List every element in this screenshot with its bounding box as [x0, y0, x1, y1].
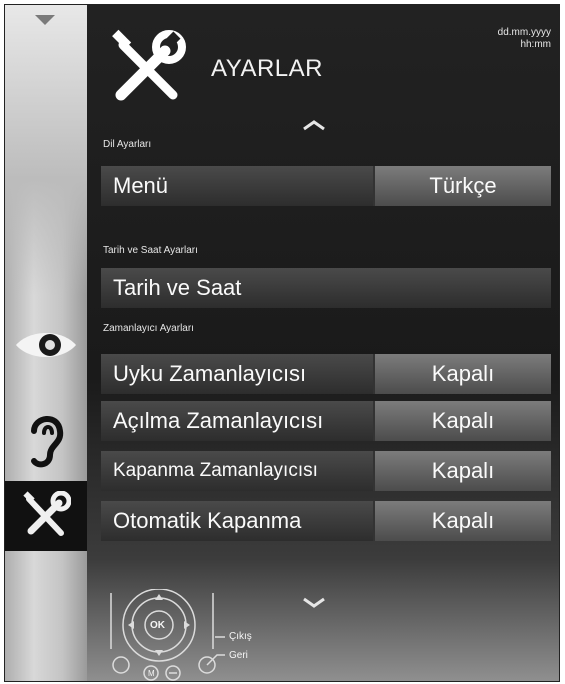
- tools-icon: [23, 491, 71, 536]
- row-value: Türkçe: [375, 166, 551, 206]
- date-format: dd.mm.yyyy: [497, 27, 551, 38]
- sidebar-item-picture[interactable]: [5, 310, 87, 380]
- row-label: Tarih ve Saat: [101, 268, 551, 308]
- section-title-datetime: Tarih ve Saat Ayarları: [103, 245, 198, 256]
- row-value: Kapalı: [375, 401, 551, 441]
- on-timer-row[interactable]: Açılma Zamanlayıcısı Kapalı: [101, 401, 551, 441]
- ear-icon: [31, 416, 64, 468]
- sidebar-item-sound[interactable]: [5, 405, 87, 475]
- date-time-display: dd.mm.yyyy hh:mm: [498, 27, 551, 51]
- row-label: Açılma Zamanlayıcısı: [101, 401, 373, 441]
- row-label: Menü: [101, 166, 373, 206]
- section-title-timers: Zamanlayıcı Ayarları: [103, 323, 194, 334]
- tv-settings-screen: AYARLAR dd.mm.yyyy hh:mm Dil Ayarları Me…: [4, 4, 560, 682]
- eye-icon: [16, 333, 76, 357]
- scroll-down-chevron-icon[interactable]: [301, 597, 327, 609]
- row-label: Otomatik Kapanma: [101, 501, 373, 541]
- auto-off-row[interactable]: Otomatik Kapanma Kapalı: [101, 501, 551, 541]
- exit-legend: Çıkış: [229, 631, 252, 642]
- sidebar-gradient: [5, 5, 87, 295]
- row-label: Kapanma Zamanlayıcısı: [101, 451, 373, 491]
- off-timer-row[interactable]: Kapanma Zamanlayıcısı Kapalı: [101, 451, 551, 491]
- row-value: Kapalı: [375, 451, 551, 491]
- sidebar-item-settings[interactable]: [5, 481, 87, 551]
- settings-tools-icon: [112, 29, 186, 101]
- back-legend: Geri: [229, 650, 248, 661]
- category-sidebar: [5, 5, 87, 681]
- settings-panel: AYARLAR dd.mm.yyyy hh:mm Dil Ayarları Me…: [87, 5, 559, 681]
- sidebar-down-arrow-icon[interactable]: [33, 13, 57, 27]
- m-button-label: M: [148, 669, 155, 678]
- date-time-row[interactable]: Tarih ve Saat: [101, 268, 551, 308]
- row-value: Kapalı: [375, 354, 551, 394]
- sleep-timer-row[interactable]: Uyku Zamanlayıcısı Kapalı: [101, 354, 551, 394]
- remote-control-legend: [110, 589, 225, 681]
- row-label: Uyku Zamanlayıcısı: [101, 354, 373, 394]
- scroll-up-chevron-icon[interactable]: [301, 119, 327, 131]
- ok-button-label: OK: [150, 620, 165, 631]
- menu-language-row[interactable]: Menü Türkçe: [101, 166, 551, 206]
- time-format: hh:mm: [520, 39, 551, 50]
- row-value: Kapalı: [375, 501, 551, 541]
- section-title-language: Dil Ayarları: [103, 139, 152, 150]
- page-title: AYARLAR: [211, 55, 323, 82]
